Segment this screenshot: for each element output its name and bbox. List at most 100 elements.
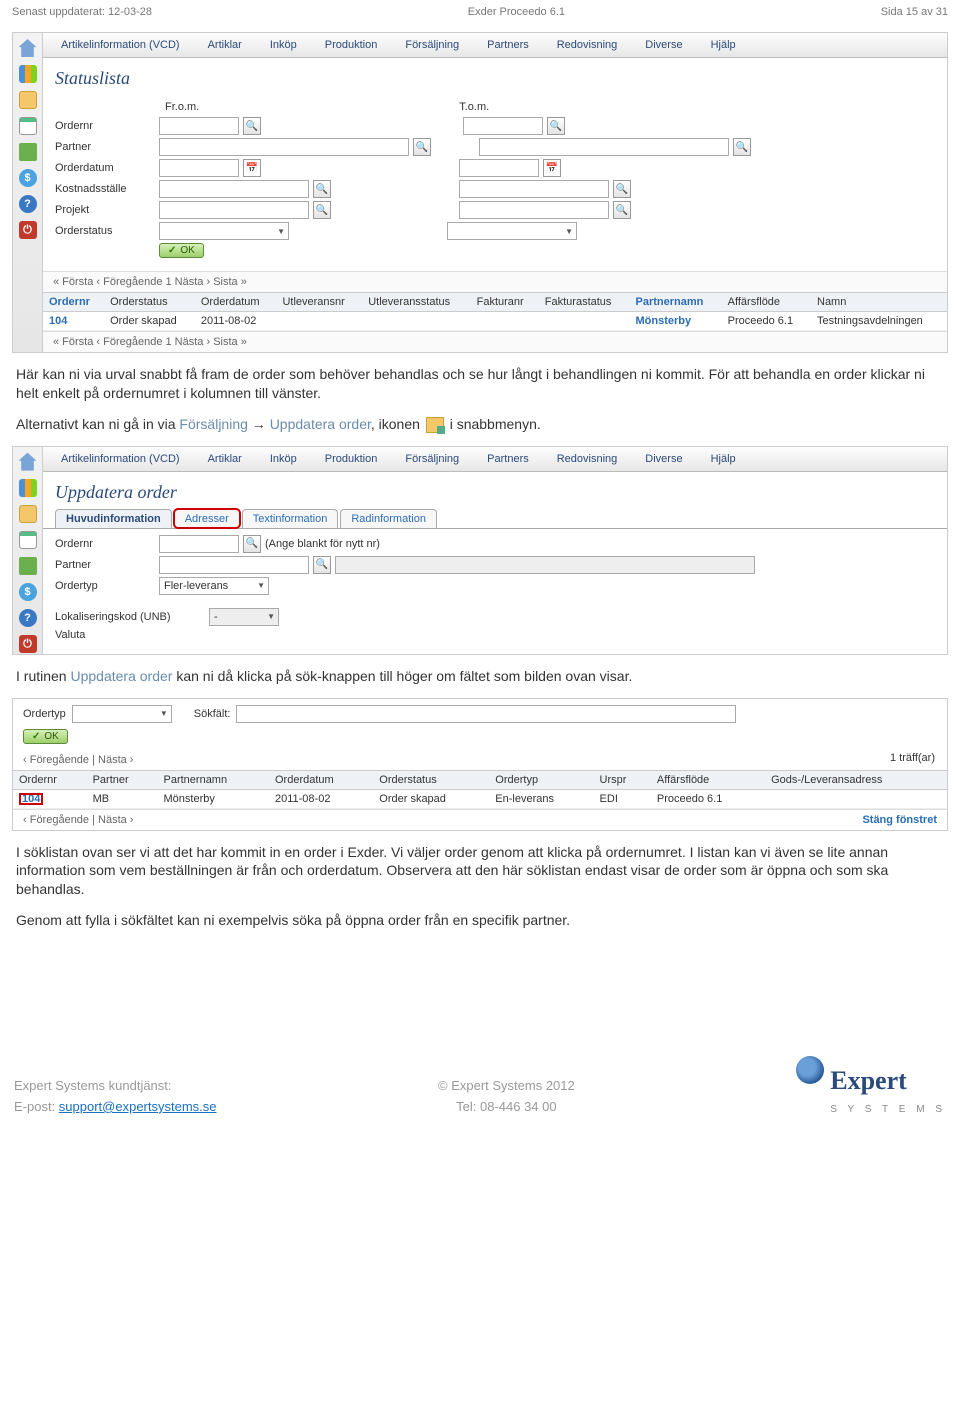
home-icon[interactable] [19,39,37,57]
lookup-icon[interactable]: 🔍 [733,138,751,156]
th-ordernr[interactable]: Ordernr [13,770,87,789]
orderdatum-to-input[interactable] [459,159,539,177]
truck-icon[interactable] [19,143,37,161]
th-godsaddr[interactable]: Gods-/Leveransadress [765,770,947,789]
chart-icon[interactable] [19,479,37,497]
lookup-icon[interactable]: 🔍 [243,117,261,135]
menu-artikelinfo[interactable]: Artikelinformation (VCD) [51,451,190,467]
calendar-icon[interactable]: 📅 [243,159,261,177]
help-icon[interactable]: ? [19,195,37,213]
menu-partners[interactable]: Partners [477,451,539,467]
menu-hjalp[interactable]: Hjälp [701,37,746,53]
footer-epost-link[interactable]: support@expertsystems.se [59,1099,217,1114]
th-ordernr[interactable]: Ordernr [43,293,104,312]
home-icon[interactable] [19,453,37,471]
projekt-from-input[interactable] [159,201,309,219]
menu-produktion[interactable]: Produktion [315,37,388,53]
pager-top[interactable]: ‹ Föregående | Nästa › [13,750,878,770]
menu-artiklar[interactable]: Artiklar [198,37,252,53]
th-orderdatum[interactable]: Orderdatum [269,770,373,789]
help-icon[interactable]: ? [19,609,37,627]
th-partnernamn[interactable]: Partnernamn [630,293,722,312]
menu-redovisning[interactable]: Redovisning [547,451,628,467]
ok-button[interactable]: OK [159,243,204,258]
lookup-icon[interactable]: 🔍 [243,535,261,553]
document-icon[interactable] [19,505,37,523]
menu-hjalp[interactable]: Hjälp [701,451,746,467]
tab-adresser[interactable]: Adresser [174,509,240,528]
menu-forsaljning[interactable]: Försäljning [395,37,469,53]
pager-bottom[interactable]: ‹ Föregående | Nästa › [13,810,852,830]
power-icon[interactable]: ⏻ [19,221,37,239]
tab-radinformation[interactable]: Radinformation [340,509,437,528]
th-partner[interactable]: Partner [87,770,158,789]
calendar-icon[interactable]: 📅 [543,159,561,177]
ok-button[interactable]: OK [23,729,68,744]
th-orderstatus[interactable]: Orderstatus [104,293,195,312]
pager-bottom[interactable]: « Första ‹ Föregående 1 Nästa › Sista » [43,331,947,352]
menu-diverse[interactable]: Diverse [635,37,692,53]
orderstatus-from-select[interactable] [159,222,289,240]
ordertyp-select[interactable] [72,705,172,723]
ordernr-input[interactable] [159,535,239,553]
truck-icon[interactable] [19,557,37,575]
lookup-icon[interactable]: 🔍 [413,138,431,156]
document-icon[interactable] [19,91,37,109]
lookup-icon[interactable]: 🔍 [613,201,631,219]
pager-top[interactable]: « Första ‹ Föregående 1 Nästa › Sista » [43,271,947,292]
th-urspr[interactable]: Urspr [594,770,651,789]
menu-partners[interactable]: Partners [477,37,539,53]
menu-artiklar[interactable]: Artiklar [198,451,252,467]
th-fakturastatus[interactable]: Fakturastatus [539,293,630,312]
paragraph-5: Genom att fylla i sökfältet kan ni exemp… [16,911,944,930]
th-orderstatus[interactable]: Orderstatus [373,770,489,789]
power-icon[interactable]: ⏻ [19,635,37,653]
tab-textinformation[interactable]: Textinformation [242,509,339,528]
th-utleveransstatus[interactable]: Utleveransstatus [362,293,470,312]
th-namn[interactable]: Namn [811,293,947,312]
calendar-icon[interactable] [19,531,37,549]
sokfalt-input[interactable] [236,705,736,723]
partner-from-input[interactable] [159,138,409,156]
lokkod-select[interactable]: - [209,608,279,626]
cell-ordernr[interactable]: 104 [43,312,104,331]
lookup-icon[interactable]: 🔍 [313,556,331,574]
th-utleveransnr[interactable]: Utleveransnr [276,293,362,312]
menu-inkop[interactable]: Inköp [260,37,307,53]
menu-inkop[interactable]: Inköp [260,451,307,467]
lookup-icon[interactable]: 🔍 [313,201,331,219]
chart-icon[interactable] [19,65,37,83]
lookup-icon[interactable]: 🔍 [613,180,631,198]
partner-to-input[interactable] [479,138,729,156]
th-affarsflode[interactable]: Affärsflöde [722,293,811,312]
ordernr-to-input[interactable] [463,117,543,135]
cell-ordernr[interactable]: 104 [13,789,87,808]
th-partnernamn[interactable]: Partnernamn [158,770,269,789]
close-window-link[interactable]: Stäng fönstret [852,810,947,830]
ordernr-from-input[interactable] [159,117,239,135]
menu-produktion[interactable]: Produktion [315,451,388,467]
menu-artikelinfo[interactable]: Artikelinformation (VCD) [51,37,190,53]
money-icon[interactable]: $ [19,169,37,187]
projekt-to-input[interactable] [459,201,609,219]
menu-forsaljning[interactable]: Försäljning [395,451,469,467]
menu-redovisning[interactable]: Redovisning [547,37,628,53]
kostnad-from-input[interactable] [159,180,309,198]
calendar-icon[interactable] [19,117,37,135]
label-ordernr: Ordernr [55,120,155,132]
partner-input[interactable] [159,556,309,574]
tab-huvudinformation[interactable]: Huvudinformation [55,509,172,528]
kostnad-to-input[interactable] [459,180,609,198]
lookup-icon[interactable]: 🔍 [313,180,331,198]
th-fakturanr[interactable]: Fakturanr [471,293,539,312]
th-ordertyp[interactable]: Ordertyp [489,770,593,789]
cell-partnernamn[interactable]: Mönsterby [630,312,722,331]
money-icon[interactable]: $ [19,583,37,601]
lookup-icon[interactable]: 🔍 [547,117,565,135]
orderstatus-to-select[interactable] [447,222,577,240]
orderdatum-from-input[interactable] [159,159,239,177]
ordertyp-select[interactable]: Fler-leverans [159,577,269,595]
th-orderdatum[interactable]: Orderdatum [195,293,277,312]
menu-diverse[interactable]: Diverse [635,451,692,467]
th-affarsflode[interactable]: Affärsflöde [651,770,765,789]
